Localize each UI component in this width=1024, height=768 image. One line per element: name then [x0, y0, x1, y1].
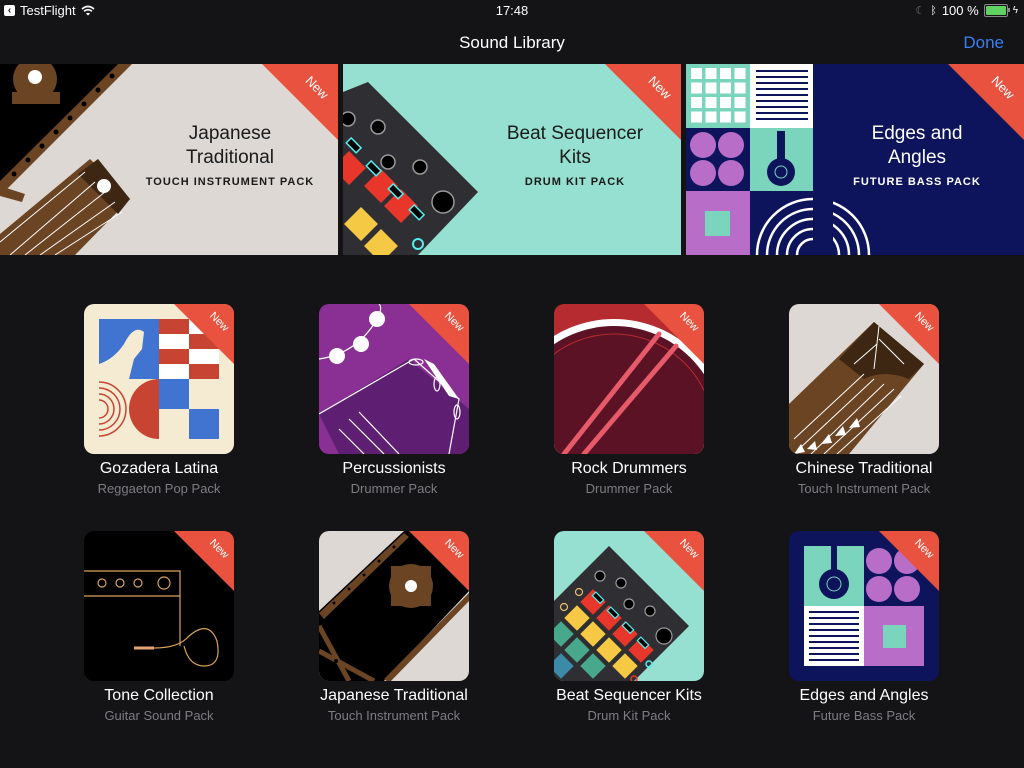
new-badge: New: [644, 531, 704, 591]
new-badge: New: [879, 304, 939, 364]
bluetooth-icon: ᛒ: [930, 4, 937, 17]
grid-square: [691, 68, 702, 79]
status-bar: ‹ TestFlight 17:48 ☾ ᛒ 100 % ϟ: [0, 0, 1024, 20]
pack-name: Beat Sequencer Kits: [556, 687, 702, 704]
pack-name: Gozadera Latina: [99, 460, 219, 477]
pack-artwork: New: [554, 304, 704, 454]
banner-title-line2: Angles: [887, 147, 947, 168]
banner-subtitle: FUTURE BASS PACK: [853, 176, 981, 188]
grid-square: [734, 111, 746, 123]
battery-icon: [983, 4, 1010, 17]
new-badge: New: [409, 304, 469, 364]
featured-banners: Japanese Traditional TOUCH INSTRUMENT PA…: [0, 64, 1024, 255]
new-badge: New: [262, 64, 338, 140]
new-badge: New: [174, 304, 234, 364]
moon-icon: ☾: [915, 5, 926, 17]
pack-type: Reggaeton Pop Pack: [97, 481, 221, 496]
pack-artwork: New: [84, 304, 234, 454]
pack-tile-gozadera-latina[interactable]: New Gozadera Latina Reggaeton Pop Pack: [84, 304, 234, 496]
pack-artwork: New: [554, 531, 704, 681]
pack-tile-japanese-traditional[interactable]: New Japanese Traditional Touch Instrumen…: [319, 531, 469, 723]
new-badge: New: [948, 64, 1024, 140]
pack-tile-chinese-traditional[interactable]: New Chinese Traditional Touch Instrument…: [789, 304, 939, 496]
pack-tile-rock-drummers[interactable]: New Rock Drummers Drummer Pack: [554, 304, 704, 496]
page-title: Sound Library: [459, 33, 565, 52]
new-badge: New: [879, 531, 939, 591]
grid-square: [734, 68, 746, 79]
battery-fill: [985, 6, 1006, 15]
pack-type: Drummer Pack: [350, 481, 438, 496]
pack-name: Edges and Angles: [799, 687, 929, 704]
pack-type: Touch Instrument Pack: [797, 481, 931, 496]
banner-title-line2: Traditional: [185, 147, 274, 168]
grid-square: [734, 97, 746, 108]
pack-type: Drummer Pack: [585, 481, 673, 496]
grid-square: [705, 68, 717, 79]
new-badge: New: [174, 531, 234, 591]
pack-type: Guitar Sound Pack: [104, 708, 214, 723]
grid-square: [734, 82, 746, 94]
pack-tile-percussionists[interactable]: New Percussionists Drummer Pack: [319, 304, 469, 496]
grid-square: [720, 97, 731, 108]
pack-name: Chinese Traditional: [795, 460, 933, 477]
pack-artwork: New: [319, 531, 469, 681]
battery-percent: 100 %: [941, 3, 979, 18]
nav-bar: Sound Library Done: [0, 20, 1024, 64]
grid-square: [691, 97, 702, 108]
pack-tile-edges-and-angles[interactable]: New Edges and Angles Future Bass Pack: [789, 531, 939, 723]
pack-type: Drum Kit Pack: [587, 708, 671, 723]
clock: 17:48: [495, 3, 529, 18]
pack-artwork: New: [84, 531, 234, 681]
pack-artwork: New: [789, 531, 939, 681]
pack-name: Tone Collection: [104, 687, 214, 704]
pack-name: Percussionists: [342, 460, 446, 477]
grid-square: [720, 68, 731, 79]
pack-artwork: New: [789, 304, 939, 454]
pack-type: Future Bass Pack: [812, 708, 916, 723]
grid-square: [691, 111, 702, 123]
pack-name: Rock Drummers: [571, 460, 687, 477]
featured-banner-edges-and-angles[interactable]: Edges and Angles FUTURE BASS PACK New: [686, 64, 1024, 255]
banner-subtitle: DRUM KIT PACK: [524, 176, 626, 188]
featured-banner-japanese-traditional[interactable]: Japanese Traditional TOUCH INSTRUMENT PA…: [0, 64, 338, 255]
featured-banner-beat-sequencer-kits[interactable]: Beat Sequencer Kits DRUM KIT PACK New: [343, 64, 681, 255]
grid-square: [691, 82, 702, 94]
pack-artwork: New: [319, 304, 469, 454]
charging-icon: ϟ: [1012, 5, 1018, 16]
done-button[interactable]: Done: [963, 33, 1004, 53]
new-badge: New: [409, 531, 469, 591]
pack-type: Touch Instrument Pack: [327, 708, 461, 723]
new-badge: New: [644, 304, 704, 364]
grid-square: [720, 82, 731, 94]
pack-tile-tone-collection[interactable]: New Tone Collection Guitar Sound Pack: [84, 531, 234, 723]
pack-name: Japanese Traditional: [320, 687, 468, 704]
banner-title-line2: Kits: [559, 147, 591, 168]
banner-subtitle: TOUCH INSTRUMENT PACK: [145, 176, 315, 188]
grid-square: [705, 97, 717, 108]
pack-tile-beat-sequencer-kits[interactable]: New Beat Sequencer Kits Drum Kit Pack: [554, 531, 704, 723]
new-badge: New: [605, 64, 681, 140]
grid-square: [705, 111, 717, 123]
grid-square: [720, 111, 731, 123]
grid-square: [705, 82, 717, 94]
